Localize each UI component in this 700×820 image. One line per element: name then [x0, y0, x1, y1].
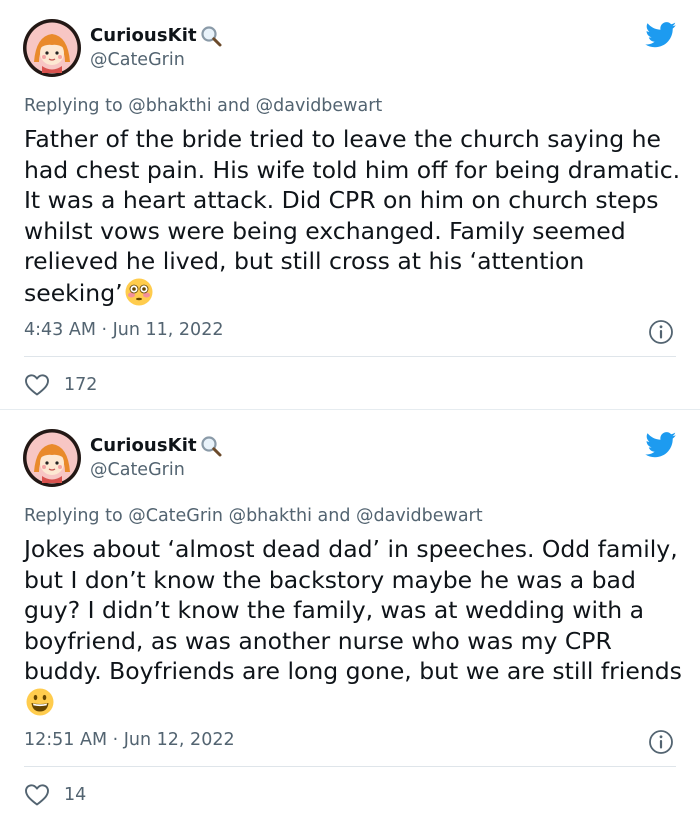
heart-icon[interactable] — [24, 373, 50, 397]
replying-to: Replying to @CateGrin @bhakthi and @davi… — [24, 506, 483, 526]
tweet-text: Father of the bride tried to leave the c… — [24, 124, 684, 308]
tweet-text: Jokes about ‘almost dead dad’ in speeche… — [24, 534, 684, 718]
like-count: 172 — [64, 375, 98, 395]
like-count: 14 — [64, 785, 87, 805]
like-button[interactable]: 172 — [24, 372, 97, 398]
display-name[interactable]: CuriousKit — [90, 435, 197, 456]
timestamp[interactable]: 4:43 AM · Jun 11, 2022 — [24, 320, 223, 340]
heart-icon[interactable] — [24, 783, 50, 807]
twitter-bird-icon[interactable] — [645, 22, 677, 48]
twitter-bird-icon[interactable] — [645, 432, 677, 458]
magnifying-glass-icon — [201, 26, 222, 47]
tweet-text-content: Jokes about ‘almost dead dad’ in speeche… — [24, 535, 682, 685]
tweet-card: CuriousKit @CateGrin Replying to @bhakth… — [0, 0, 700, 410]
divider — [24, 356, 676, 357]
tweet-card: CuriousKit @CateGrin Replying to @CateGr… — [0, 410, 700, 820]
avatar[interactable] — [22, 18, 82, 78]
user-handle[interactable]: @CateGrin — [90, 50, 185, 70]
author-name-row[interactable]: CuriousKit — [90, 22, 223, 48]
replying-to: Replying to @bhakthi and @davidbewart — [24, 96, 383, 116]
magnifying-glass-icon — [201, 436, 222, 457]
like-button[interactable]: 14 — [24, 782, 86, 808]
tweet-text-content: Father of the bride tried to leave the c… — [24, 125, 681, 307]
timestamp[interactable]: 12:51 AM · Jun 12, 2022 — [24, 730, 235, 750]
info-icon[interactable] — [648, 729, 674, 755]
author-name-row[interactable]: CuriousKit — [90, 432, 223, 458]
display-name[interactable]: CuriousKit — [90, 25, 197, 46]
grinning-face-emoji — [26, 688, 54, 715]
user-handle[interactable]: @CateGrin — [90, 460, 185, 480]
info-icon[interactable] — [648, 319, 674, 345]
divider — [24, 766, 676, 767]
avatar[interactable] — [22, 428, 82, 488]
flushed-face-emoji — [125, 278, 153, 305]
